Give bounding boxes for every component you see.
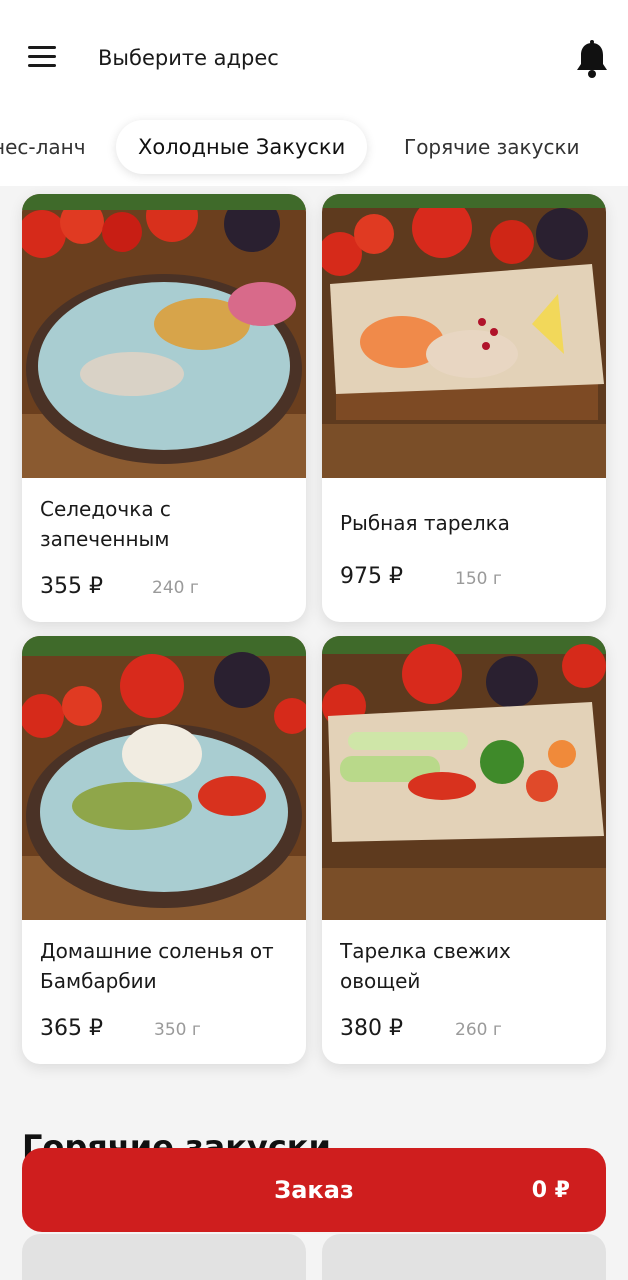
product-name: Селедочка с запеченным	[40, 497, 171, 551]
product-photo	[322, 194, 606, 478]
product-photo	[22, 194, 306, 478]
product-name: Рыбная тарелка	[340, 511, 510, 535]
category-tabs: нес-ланч Холодные Закуски Горячие закуск…	[0, 112, 628, 186]
product-weight: 350 г	[154, 1020, 201, 1040]
hamburger-menu-icon[interactable]	[28, 46, 58, 72]
order-button[interactable]: Заказ 0 ₽	[22, 1148, 606, 1232]
product-photo	[322, 636, 606, 920]
product-card-placeholder	[22, 1234, 306, 1280]
product-price: 380 ₽	[340, 1016, 403, 1041]
product-card[interactable]: Рыбная тарелка 975 ₽ 150 г	[322, 194, 606, 622]
order-total: 0 ₽	[531, 1178, 570, 1203]
app-header: Выберите адрес	[0, 0, 628, 118]
address-selector[interactable]: Выберите адрес	[98, 46, 279, 70]
product-price: 365 ₽	[40, 1016, 103, 1041]
product-price: 975 ₽	[340, 564, 403, 589]
bell-icon[interactable]	[575, 40, 609, 80]
product-weight: 150 г	[455, 569, 502, 589]
product-weight: 260 г	[455, 1020, 502, 1040]
tab-hot-appetizers[interactable]: Горячие закуски	[404, 120, 580, 174]
product-card[interactable]: Тарелка свежих овощей 380 ₽ 260 г	[322, 636, 606, 1064]
tab-business-lunch[interactable]: нес-ланч	[0, 120, 86, 174]
tab-cold-appetizers[interactable]: Холодные Закуски	[116, 120, 368, 174]
product-name: Тарелка свежих овощей	[340, 939, 511, 993]
product-card[interactable]: Селедочка с запеченным 355 ₽ 240 г	[22, 194, 306, 622]
product-card-placeholder	[322, 1234, 606, 1280]
product-photo	[22, 636, 306, 920]
order-label: Заказ	[274, 1176, 354, 1204]
product-price: 355 ₽	[40, 574, 103, 599]
product-name: Домашние соленья от Бамбарбии	[40, 939, 274, 993]
product-weight: 240 г	[152, 578, 199, 598]
product-card[interactable]: Домашние соленья от Бамбарбии 365 ₽ 350 …	[22, 636, 306, 1064]
